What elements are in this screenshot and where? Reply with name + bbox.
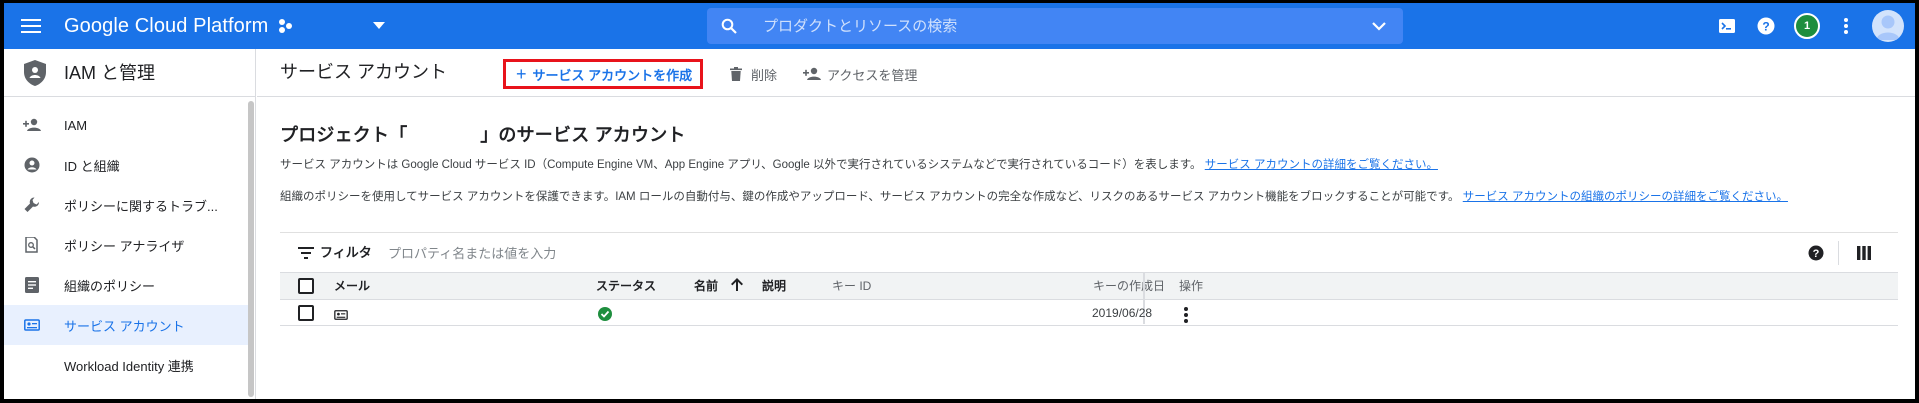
sidebar-scrollbar[interactable] xyxy=(248,101,254,397)
notification-badge[interactable]: 1 xyxy=(1794,13,1820,39)
section-title: プロジェクト「 」のサービス アカウント xyxy=(280,125,686,145)
create-button-label: サービス アカウントを作成 xyxy=(532,67,693,83)
sidebar: IAM と管理 IAM ID と組織 ポリシーに関するトラブ... ポリシー ア… xyxy=(4,49,256,399)
sidebar-item-iam[interactable]: IAM xyxy=(4,105,248,145)
delete-button-label: 削除 xyxy=(751,67,778,83)
filter-label[interactable]: フィルタ xyxy=(320,233,372,273)
project-dots-icon[interactable] xyxy=(272,13,298,39)
list-document-icon xyxy=(22,275,42,295)
search-bar[interactable] xyxy=(707,8,1403,44)
brand-title[interactable]: Google Cloud Platform xyxy=(64,3,268,49)
sidebar-item-policy-analyzer[interactable]: ポリシー アナライザ xyxy=(4,225,248,265)
help-icon[interactable]: ? xyxy=(1806,243,1826,263)
sidebar-header: IAM と管理 xyxy=(4,49,256,97)
learn-more-link[interactable]: サービス アカウントの詳細をご覧ください。 xyxy=(1205,159,1438,171)
page-title: サービス アカウント xyxy=(280,62,448,82)
chevron-down-icon[interactable] xyxy=(1367,14,1391,38)
sort-ascending-icon[interactable] xyxy=(731,274,744,300)
description-org-policies: 組織のポリシーを使用してサービス アカウントを保護できます。IAM ロールの自動… xyxy=(280,188,1788,204)
sidebar-item-service-accounts[interactable]: サービス アカウント xyxy=(4,305,248,345)
sidebar-item-identity-org[interactable]: ID と組織 xyxy=(4,145,248,185)
service-account-icon xyxy=(334,301,348,327)
column-header-name-label: 名前 xyxy=(694,279,719,293)
sidebar-title: IAM と管理 xyxy=(64,63,156,83)
filter-list-icon[interactable] xyxy=(296,243,316,263)
top-bar: Google Cloud Platform ? 1 xyxy=(4,3,1915,49)
main-content: サービス アカウント + サービス アカウントを作成 削除 アクセスを管理 プロ… xyxy=(257,49,1915,399)
sidebar-item-workload-identity[interactable]: Workload Identity 連携 xyxy=(4,345,248,385)
column-header-email[interactable]: メール xyxy=(334,273,370,299)
table-row[interactable]: 2019/06/28 xyxy=(280,300,1898,326)
manage-access-button[interactable]: アクセスを管理 xyxy=(803,63,917,85)
description-text: 組織のポリシーを使用してサービス アカウントを保護できます。IAM ロールの自動… xyxy=(280,191,1460,203)
cloud-shell-icon[interactable] xyxy=(1714,13,1740,39)
sidebar-item-label: Workload Identity 連携 xyxy=(64,358,194,374)
person-add-icon xyxy=(22,115,42,135)
svg-text:?: ? xyxy=(1813,248,1820,260)
document-search-icon xyxy=(22,235,42,255)
row-checkbox[interactable] xyxy=(298,305,314,321)
sidebar-item-label: サービス アカウント xyxy=(64,318,185,334)
column-header-key-id[interactable]: キー ID xyxy=(832,273,871,299)
person-add-icon xyxy=(803,65,821,83)
delete-button[interactable]: 削除 xyxy=(727,63,777,85)
page-toolbar: サービス アカウント + サービス アカウントを作成 削除 アクセスを管理 xyxy=(257,49,1915,97)
app-frame: Google Cloud Platform ? 1 xyxy=(4,3,1915,399)
sidebar-item-label: ID と組織 xyxy=(64,158,120,174)
row-actions-icon[interactable] xyxy=(1184,301,1188,327)
svg-text:?: ? xyxy=(1762,20,1769,34)
shield-icon xyxy=(20,58,50,88)
manage-access-label: アクセスを管理 xyxy=(827,67,918,83)
sidebar-item-policy-troubleshooter[interactable]: ポリシーに関するトラブ... xyxy=(4,185,248,225)
table-header: メール ステータス 名前 説明 キー ID キーの作成日 操作 xyxy=(280,272,1898,300)
column-header-key-created[interactable]: キーの作成日 xyxy=(1093,273,1165,299)
avatar[interactable] xyxy=(1872,10,1904,42)
status-enabled-icon xyxy=(598,300,612,326)
column-header-status[interactable]: ステータス xyxy=(596,273,656,299)
cell-key-created: 2019/06/28 xyxy=(1092,306,1153,320)
create-service-account-button[interactable]: + サービス アカウントを作成 xyxy=(503,59,703,89)
description-text: サービス アカウントは Google Cloud サービス ID（Compute… xyxy=(280,159,1202,171)
hamburger-menu-icon[interactable] xyxy=(14,9,48,43)
column-header-actions: 操作 xyxy=(1179,279,1204,293)
sidebar-item-label: ポリシーに関するトラブ... xyxy=(64,198,218,214)
more-vert-icon[interactable] xyxy=(1835,13,1857,39)
help-icon[interactable]: ? xyxy=(1753,13,1779,39)
wrench-icon xyxy=(22,195,42,215)
sidebar-item-label: ポリシー アナライザ xyxy=(64,238,185,254)
search-icon xyxy=(717,14,741,38)
description-service-accounts: サービス アカウントは Google Cloud サービス ID（Compute… xyxy=(280,156,1438,172)
sidebar-item-label: IAM xyxy=(64,117,88,133)
column-display-icon[interactable] xyxy=(1854,243,1874,263)
project-dropdown-icon[interactable] xyxy=(366,13,392,39)
search-input[interactable] xyxy=(763,8,1323,44)
account-circle-icon xyxy=(22,155,42,175)
trash-icon xyxy=(727,65,745,83)
column-header-name[interactable]: 名前 xyxy=(694,273,744,300)
service-account-icon xyxy=(22,315,42,335)
sidebar-item-org-policies[interactable]: 組織のポリシー xyxy=(4,265,248,305)
filter-bar: フィルタ ? xyxy=(280,232,1898,272)
plus-icon: + xyxy=(516,64,527,84)
filter-input[interactable] xyxy=(388,242,988,264)
select-all-checkbox[interactable] xyxy=(298,278,314,294)
column-header-description[interactable]: 説明 xyxy=(762,273,786,299)
divider xyxy=(1838,241,1839,265)
sidebar-item-label: 組織のポリシー xyxy=(64,278,156,294)
org-policy-link[interactable]: サービス アカウントの組織のポリシーの詳細をご覧ください。 xyxy=(1463,191,1788,203)
